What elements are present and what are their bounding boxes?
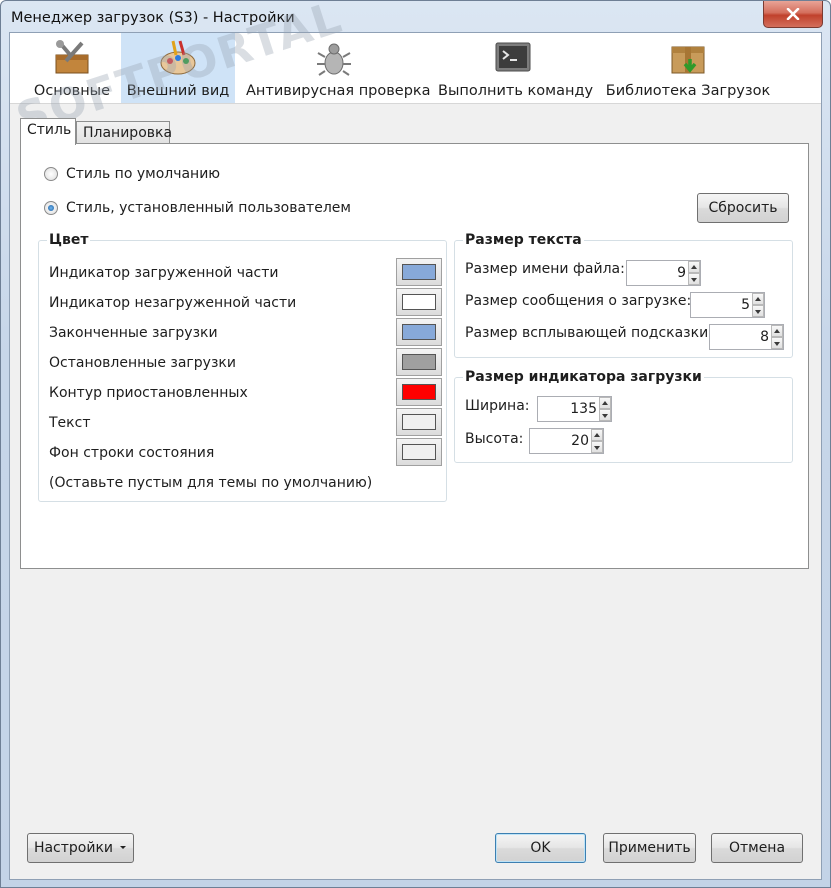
tab-style[interactable]: Стиль — [20, 118, 76, 145]
color-picker-statusbar-bg[interactable] — [396, 438, 442, 466]
color-label-stopped: Остановленные загрузки — [49, 355, 236, 371]
custom-style-radio[interactable]: Стиль, установленный пользователем — [44, 200, 351, 216]
color-swatch — [402, 354, 436, 370]
spin-up-icon[interactable] — [688, 261, 700, 273]
spinner-arrows — [599, 397, 611, 421]
filename-size-label: Размер имени файла: — [465, 261, 625, 277]
toolbar-label: Основные — [33, 83, 111, 99]
settings-toolbar: Основные Внешний вид Антивирусная провер… — [10, 33, 821, 103]
text-size-group-title: Размер текста — [463, 232, 584, 248]
toolbar-label: Внешний вид — [126, 83, 230, 99]
spin-up-icon[interactable] — [771, 325, 783, 337]
text-size-group: Размер текста Размер имени файла: 9 Разм… — [454, 232, 793, 358]
apply-button[interactable]: Применить — [603, 833, 696, 863]
spin-down-icon[interactable] — [771, 337, 783, 349]
bug-icon — [317, 43, 351, 76]
indicator-height-value: 20 — [571, 433, 589, 449]
spin-down-icon[interactable] — [591, 441, 603, 453]
color-picker-finished[interactable] — [396, 318, 442, 346]
reset-button[interactable]: Сбросить — [697, 193, 789, 223]
spin-up-icon[interactable] — [599, 397, 611, 409]
color-picker-stopped[interactable] — [396, 348, 442, 376]
color-group-title: Цвет — [47, 232, 91, 248]
spin-up-icon[interactable] — [591, 429, 603, 441]
caret-down-icon — [120, 846, 127, 849]
toolbar-label: Выполнить команду — [438, 83, 594, 99]
radio-indicator[interactable] — [44, 201, 58, 215]
box-download-icon — [671, 46, 705, 74]
toolbar-label: Библиотека Загрузок — [605, 83, 771, 99]
toolbar-item-appearance[interactable]: Внешний вид — [121, 33, 235, 103]
tab-layout[interactable]: Планировка — [76, 121, 172, 145]
toolbar-item-general[interactable]: Основные — [28, 33, 116, 103]
color-label-text: Текст — [49, 415, 91, 431]
color-picker-loaded[interactable] — [396, 258, 442, 286]
color-group: Цвет Индикатор загруженной части Индикат… — [38, 232, 447, 502]
client-area: Основные Внешний вид Антивирусная провер… — [9, 0, 822, 880]
indicator-size-group: Размер индикатора загрузки Ширина: 135 В… — [454, 369, 793, 463]
spinner-arrows — [688, 261, 700, 285]
tooltip-size-value: 8 — [760, 329, 769, 345]
toolbar-item-antivirus[interactable]: Антивирусная проверка — [246, 33, 431, 103]
toolbar-divider — [10, 103, 821, 104]
style-tab-panel: Стиль по умолчанию Стиль, установленный … — [20, 143, 809, 569]
filename-size-value: 9 — [677, 265, 686, 281]
settings-menu-button[interactable]: Настройки — [27, 833, 134, 863]
settings-menu-label: Настройки — [33, 840, 114, 856]
indicator-width-label: Ширина: — [465, 398, 530, 414]
close-icon — [786, 8, 800, 20]
color-label-unloaded: Индикатор незагруженной части — [49, 295, 297, 311]
ok-button[interactable]: OK — [495, 833, 586, 863]
color-label-loaded: Индикатор загруженной части — [49, 265, 279, 281]
color-swatch — [402, 444, 436, 460]
radio-indicator[interactable] — [44, 167, 58, 181]
color-label-paused-outline: Контур приостановленных — [49, 385, 248, 401]
color-hint: (Оставьте пустым для темы по умолчанию) — [49, 475, 373, 491]
close-button[interactable] — [763, 1, 823, 28]
window-title: Менеджер загрузок (S3) - Настройки — [11, 10, 295, 26]
indicator-width-spinner[interactable]: 135 — [537, 396, 612, 422]
color-picker-paused-outline[interactable] — [396, 378, 442, 406]
indicator-size-group-title: Размер индикатора загрузки — [463, 369, 704, 385]
toolbar-item-library[interactable]: Библиотека Загрузок — [605, 33, 771, 103]
color-swatch — [402, 294, 436, 310]
spin-down-icon[interactable] — [688, 273, 700, 285]
color-swatch — [402, 384, 436, 400]
spinner-arrows — [752, 293, 764, 317]
color-swatch — [402, 414, 436, 430]
tooltip-size-spinner[interactable]: 8 — [709, 324, 784, 350]
message-size-spinner[interactable]: 5 — [690, 292, 765, 318]
spin-down-icon[interactable] — [752, 305, 764, 317]
palette-icon — [160, 40, 196, 75]
color-label-finished: Законченные загрузки — [49, 325, 218, 341]
spinner-arrows — [771, 325, 783, 349]
color-picker-text[interactable] — [396, 408, 442, 436]
message-size-value: 5 — [741, 297, 750, 313]
indicator-height-spinner[interactable]: 20 — [529, 428, 604, 454]
indicator-width-value: 135 — [570, 401, 597, 417]
filename-size-spinner[interactable]: 9 — [626, 260, 701, 286]
color-swatch — [402, 324, 436, 340]
tooltip-size-label: Размер всплывающей подсказки: — [465, 325, 713, 341]
default-style-radio[interactable]: Стиль по умолчанию — [44, 166, 220, 182]
spin-down-icon[interactable] — [599, 409, 611, 421]
toolbox-icon — [55, 40, 89, 74]
color-label-statusbar-bg: Фон строки состояния — [49, 445, 215, 461]
terminal-icon — [495, 42, 531, 72]
message-size-label: Размер сообщения о загрузке: — [465, 293, 692, 309]
cancel-button[interactable]: Отмена — [711, 833, 803, 863]
spinner-arrows — [591, 429, 603, 453]
settings-window: Менеджер загрузок (S3) - Настройки Основ… — [0, 0, 831, 888]
toolbar-item-run-command[interactable]: Выполнить команду — [438, 33, 594, 103]
toolbar-label: Антивирусная проверка — [246, 83, 431, 99]
color-picker-unloaded[interactable] — [396, 288, 442, 316]
indicator-height-label: Высота: — [465, 431, 524, 447]
spin-up-icon[interactable] — [752, 293, 764, 305]
default-style-label: Стиль по умолчанию — [66, 166, 221, 182]
color-swatch — [402, 264, 436, 280]
custom-style-label: Стиль, установленный пользователем — [66, 200, 351, 216]
